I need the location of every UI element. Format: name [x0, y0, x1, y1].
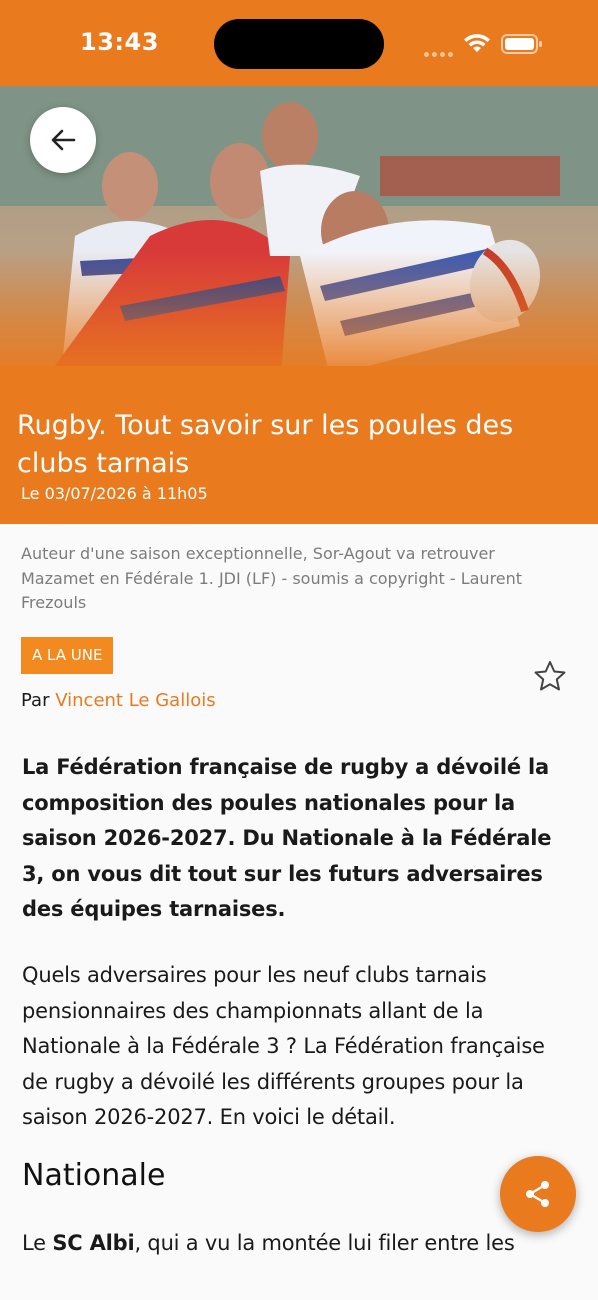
status-time: 13:43 [80, 28, 159, 56]
paragraph-rest: , qui a vu la montée lui filer entre les [134, 1231, 515, 1255]
article-date: Le 03/07/2026 à 11h05 [21, 484, 208, 503]
article-title: Rugby. Tout savoir sur les poules des cl… [17, 410, 514, 480]
section-badge[interactable]: A LA UNE [21, 637, 114, 674]
club-link[interactable]: SC Albi [52, 1231, 134, 1255]
wifi-icon [463, 33, 491, 60]
share-icon [526, 1181, 549, 1207]
author-link[interactable]: Vincent Le Gallois [55, 690, 215, 711]
back-button[interactable] [30, 107, 96, 173]
favorite-button[interactable] [530, 657, 570, 697]
title-band: Rugby. Tout savoir sur les poules des cl… [0, 366, 598, 524]
paragraph-prefix: Le [22, 1231, 46, 1255]
dynamic-island [214, 19, 384, 69]
share-button[interactable] [500, 1156, 576, 1232]
byline: Par Vincent Le Gallois [21, 690, 216, 711]
section-heading: Nationale [22, 1158, 166, 1193]
battery-icon [501, 33, 543, 60]
article-paragraph-2: Le SC Albi, qui a vu la montée lui filer… [22, 1226, 574, 1256]
status-bar: 13:43 [0, 0, 598, 86]
arrow-left-icon [51, 129, 76, 151]
byline-prefix: Par [21, 690, 50, 711]
article-paragraph: Quels adversaires pour les neuf clubs ta… [22, 963, 545, 1129]
signal-icon [424, 44, 456, 62]
article-lead: La Fédération française de rugby a dévoi… [22, 755, 552, 921]
photo-caption: Auteur d'une saison exceptionnelle, Sor-… [21, 544, 523, 612]
star-outline-icon [534, 661, 566, 691]
